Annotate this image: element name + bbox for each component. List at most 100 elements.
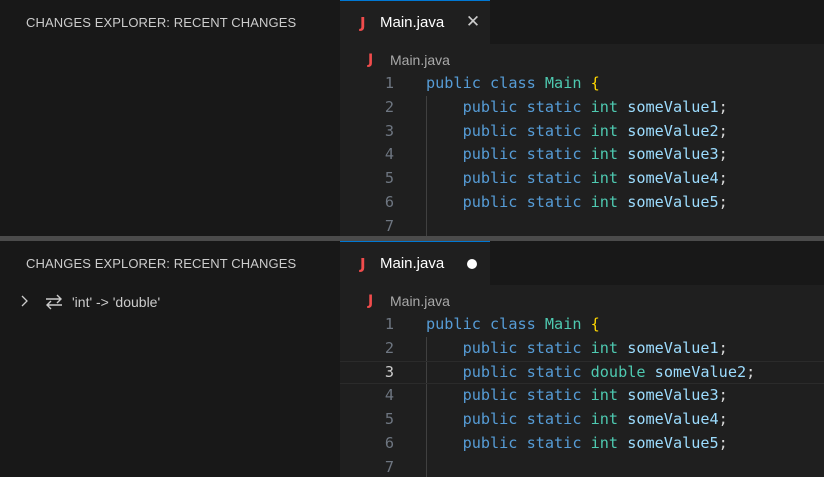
code-token: someValue4 [627,169,719,188]
line-number: 3 [384,362,394,381]
tab-main-java[interactable]: J Main.java ✕ [340,0,490,44]
code-token: ; [718,410,728,429]
changes-explorer-sidebar: CHANGES EXPLORER: RECENT CHANGES 'int' -… [0,241,340,477]
code-line[interactable]: 5 public static int someValue4; [340,167,824,191]
code-token: ; [718,192,728,211]
code-line[interactable]: 2 public static int someValue1; [340,96,824,120]
code-token: public [462,362,518,381]
code-line[interactable]: 5 public static int someValue4; [340,408,824,432]
code-token: public [426,315,481,333]
code-token: ; [746,362,756,381]
sidebar-title: CHANGES EXPLORER: RECENT CHANGES [26,15,297,30]
change-item[interactable]: 'int' -> 'double' [18,291,160,313]
code-line[interactable]: 3 public static int someValue2; [340,120,824,144]
code-token: public [462,169,518,188]
code-token: static [526,362,582,381]
java-file-icon: J [360,254,366,273]
code-token: int [590,145,619,164]
code-token: static [526,410,582,429]
code-token: someValue5 [627,192,719,211]
code-line[interactable]: 1 public class Main { [340,313,824,337]
editor-group: J Main.java J Main.java 1 public class Ma… [340,241,824,477]
code-line[interactable]: 7 [340,215,824,236]
code-token: public [462,338,518,357]
chevron-right-icon[interactable] [18,295,32,310]
code-token: ; [718,169,728,188]
line-number: 5 [384,410,394,429]
code-token: public [462,145,518,164]
code-line[interactable]: 7 [340,456,824,477]
tab-main-java[interactable]: J Main.java [340,241,490,285]
unsaved-dot-icon[interactable] [467,259,477,269]
line-number: 3 [384,121,394,140]
code-line[interactable]: 6 public static int someValue5; [340,191,824,215]
line-number: 7 [384,457,394,476]
code-line[interactable]: 6 public static int someValue5; [340,432,824,456]
code-token: someValue4 [627,410,719,429]
code-line[interactable]: 2 public static int someValue1; [340,337,824,361]
code-text: public static double someValue2; [426,362,756,384]
panel-before: CHANGES EXPLORER: RECENT CHANGES J Main.… [0,0,824,236]
code-token: static [526,338,582,357]
code-token: Main [544,315,582,333]
code-token: class [490,74,536,92]
code-text: public class Main { [426,72,600,96]
code-token: public [462,386,518,405]
editor-group: J Main.java ✕ J Main.java 1 public class … [340,0,824,236]
code-token: someValue1 [627,97,719,116]
code-text: public static int someValue4; [426,167,728,191]
code-token: ; [718,338,728,357]
code-token: ; [718,433,728,452]
code-token: double [590,362,646,381]
tab-label: Main.java [380,14,445,31]
breadcrumb[interactable]: J Main.java [368,291,450,311]
java-file-icon: J [360,13,366,32]
code-token: ; [718,145,728,164]
code-area[interactable]: 1 public class Main {2 public static int … [340,313,824,477]
code-area[interactable]: 1 public class Main {2 public static int … [340,72,824,236]
code-token: { [590,315,600,333]
code-line[interactable]: 4 public static int someValue3; [340,384,824,408]
breadcrumb[interactable]: J Main.java [368,50,450,70]
code-line[interactable]: 3 public static double someValue2; [340,360,824,385]
code-text: public static int someValue1; [426,337,728,361]
line-number: 2 [384,338,394,357]
breadcrumb-label: Main.java [390,52,450,68]
code-token: public [462,192,518,211]
code-line[interactable]: 4 public static int someValue3; [340,143,824,167]
code-token: public [426,74,481,92]
code-token: static [526,192,582,211]
code-line[interactable]: 1 public class Main { [340,72,824,96]
code-text: public static int someValue5; [426,432,728,456]
code-token: public [462,433,518,452]
close-icon[interactable]: ✕ [464,12,482,32]
